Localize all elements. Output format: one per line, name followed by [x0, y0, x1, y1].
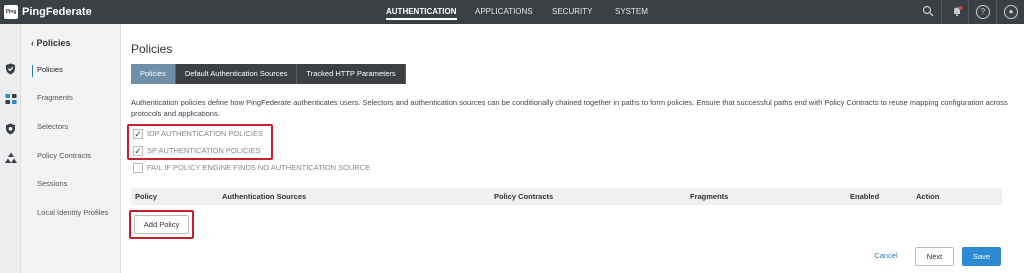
active-indicator — [32, 65, 33, 77]
sidebar-item-sessions[interactable]: Sessions — [37, 179, 67, 188]
ping-logo-icon: Ping — [4, 5, 18, 19]
shield-icon[interactable] — [4, 63, 17, 76]
search-icon[interactable] — [921, 5, 935, 19]
sidebar-item-local-identity-profiles[interactable]: Local Identity Profiles — [37, 208, 108, 217]
column-enabled: Enabled — [850, 192, 880, 201]
help-icon[interactable]: ? — [976, 5, 990, 19]
column-policy-contracts: Policy Contracts — [494, 192, 554, 201]
nav-system[interactable]: SYSTEM — [615, 0, 648, 24]
sidebar-back-label: Policies — [36, 38, 71, 48]
tab-tracked-http-parameters[interactable]: Tracked HTTP Parameters — [297, 64, 406, 84]
sidebar: ‹ Policies Policies Fragments Selectors … — [21, 24, 121, 273]
toolbar-divider — [968, 0, 969, 24]
policies-description: Authentication policies define how PingF… — [131, 98, 1008, 118]
notifications-icon[interactable] — [950, 5, 964, 19]
tab-policies[interactable]: Policies — [131, 64, 176, 84]
highlight-box — [129, 210, 194, 239]
toolbar-divider — [996, 0, 997, 24]
user-icon[interactable]: ● — [1004, 5, 1018, 19]
save-button[interactable]: Save — [962, 247, 1001, 266]
nav-authentication[interactable]: AUTHENTICATION — [386, 0, 457, 24]
column-authentication-sources: Authentication Sources — [222, 192, 307, 201]
next-button[interactable]: Next — [915, 247, 954, 266]
tab-default-authentication-sources[interactable]: Default Authentication Sources — [175, 64, 298, 84]
tab-bar: Policies Default Authentication Sources … — [131, 64, 406, 84]
security-badge-icon[interactable] — [4, 123, 17, 136]
sidebar-item-fragments[interactable]: Fragments — [37, 93, 73, 102]
chevron-left-icon: ‹ — [31, 38, 34, 48]
policies-table-header: Policy Authentication Sources Policy Con… — [131, 188, 1002, 205]
sidebar-item-selectors[interactable]: Selectors — [37, 122, 68, 131]
nav-security[interactable]: SECURITY — [552, 0, 592, 24]
sidebar-item-policies[interactable]: Policies — [37, 65, 63, 74]
column-fragments: Fragments — [690, 192, 729, 201]
page-title: Policies — [131, 42, 173, 56]
fail-no-source-checkbox[interactable] — [133, 163, 143, 174]
system-nodes-icon[interactable] — [4, 152, 17, 165]
column-policy: Policy — [135, 192, 158, 201]
fail-no-source-label: FAIL IF POLICY ENGINE FINDS NO AUTHENTIC… — [147, 163, 371, 173]
applications-icon[interactable] — [4, 93, 17, 106]
sidebar-item-policy-contracts[interactable]: Policy Contracts — [37, 151, 91, 160]
icon-rail — [0, 24, 21, 273]
nav-applications[interactable]: APPLICATIONS — [475, 0, 533, 24]
brand-name: PingFederate — [22, 6, 92, 18]
highlight-box — [127, 124, 273, 160]
toolbar-divider — [941, 0, 942, 24]
sidebar-back-link[interactable]: ‹ Policies — [31, 38, 71, 48]
cancel-button[interactable]: Cancel — [866, 247, 906, 266]
top-bar: Ping PingFederate AUTHENTICATION APPLICA… — [0, 0, 1024, 24]
fail-no-source-option[interactable]: FAIL IF POLICY ENGINE FINDS NO AUTHENTIC… — [133, 162, 370, 174]
column-action: Action — [916, 192, 940, 201]
